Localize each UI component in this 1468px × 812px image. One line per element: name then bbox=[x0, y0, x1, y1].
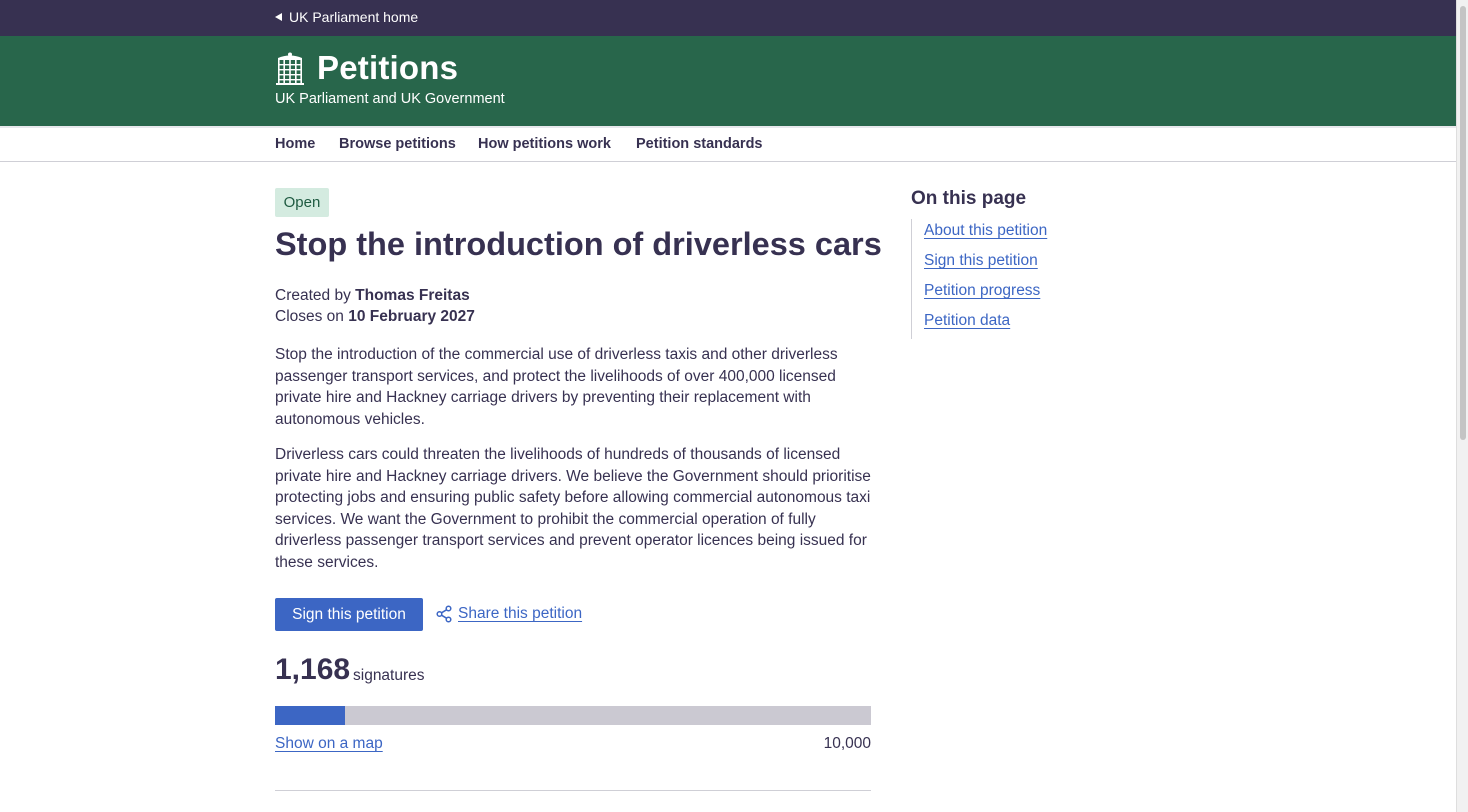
toc-about-petition[interactable]: About this petition bbox=[924, 219, 1047, 249]
created-by: Created by Thomas Freitas bbox=[275, 287, 470, 305]
signature-progress-fill bbox=[275, 706, 345, 725]
top-bar: UK Parliament home bbox=[0, 0, 1456, 36]
nav-browse-petitions[interactable]: Browse petitions bbox=[339, 136, 456, 152]
site-title[interactable]: Petitions bbox=[317, 49, 458, 87]
back-arrow-icon bbox=[275, 13, 282, 21]
signature-count: 1,168 bbox=[275, 653, 351, 686]
parliament-home-link[interactable]: UK Parliament home bbox=[275, 9, 418, 25]
nav-petition-standards[interactable]: Petition standards bbox=[636, 136, 763, 152]
scrollbar-thumb[interactable] bbox=[1460, 6, 1466, 440]
site-header: Petitions UK Parliament and UK Governmen… bbox=[0, 36, 1456, 126]
nav-how-petitions-work[interactable]: How petitions work bbox=[478, 136, 611, 152]
portcullis-logo-icon bbox=[276, 52, 304, 85]
parliament-home-label: UK Parliament home bbox=[289, 9, 419, 25]
petition-title: Stop the introduction of driverless cars bbox=[275, 226, 882, 262]
show-on-map-link[interactable]: Show on a map bbox=[275, 735, 383, 753]
closing-date: Closes on 10 February 2027 bbox=[275, 308, 475, 326]
status-badge: Open bbox=[275, 188, 329, 217]
closes-on-label: Closes on bbox=[275, 308, 344, 325]
created-by-label: Created by bbox=[275, 287, 351, 304]
toc-sign-petition[interactable]: Sign this petition bbox=[924, 249, 1047, 279]
share-petition-link[interactable]: Share this petition bbox=[458, 605, 582, 623]
sign-petition-button[interactable]: Sign this petition bbox=[275, 598, 423, 631]
signature-progress-bar bbox=[275, 706, 871, 725]
toc-petition-progress[interactable]: Petition progress bbox=[924, 279, 1047, 309]
petition-details: Driverless cars could threaten the livel… bbox=[275, 446, 871, 571]
main-navigation: Home Browse petitions How petitions work… bbox=[0, 126, 1456, 162]
page-scrollbar[interactable] bbox=[1456, 0, 1468, 812]
on-this-page-heading: On this page bbox=[911, 188, 1027, 209]
toc-petition-data[interactable]: Petition data bbox=[924, 309, 1047, 339]
share-petition[interactable]: Share this petition bbox=[436, 605, 582, 623]
close-date-value: 10 February 2027 bbox=[348, 308, 475, 325]
signature-goal: 10,000 bbox=[823, 735, 871, 752]
site-subtitle: UK Parliament and UK Government bbox=[275, 91, 505, 107]
creator-name: Thomas Freitas bbox=[355, 287, 470, 304]
share-icon bbox=[436, 605, 452, 623]
on-this-page-nav: About this petition Sign this petition P… bbox=[911, 219, 1047, 339]
signatures-label: signatures bbox=[353, 667, 425, 684]
section-divider bbox=[275, 790, 871, 791]
nav-home[interactable]: Home bbox=[275, 136, 315, 152]
petition-summary: Stop the introduction of the commercial … bbox=[275, 346, 838, 428]
